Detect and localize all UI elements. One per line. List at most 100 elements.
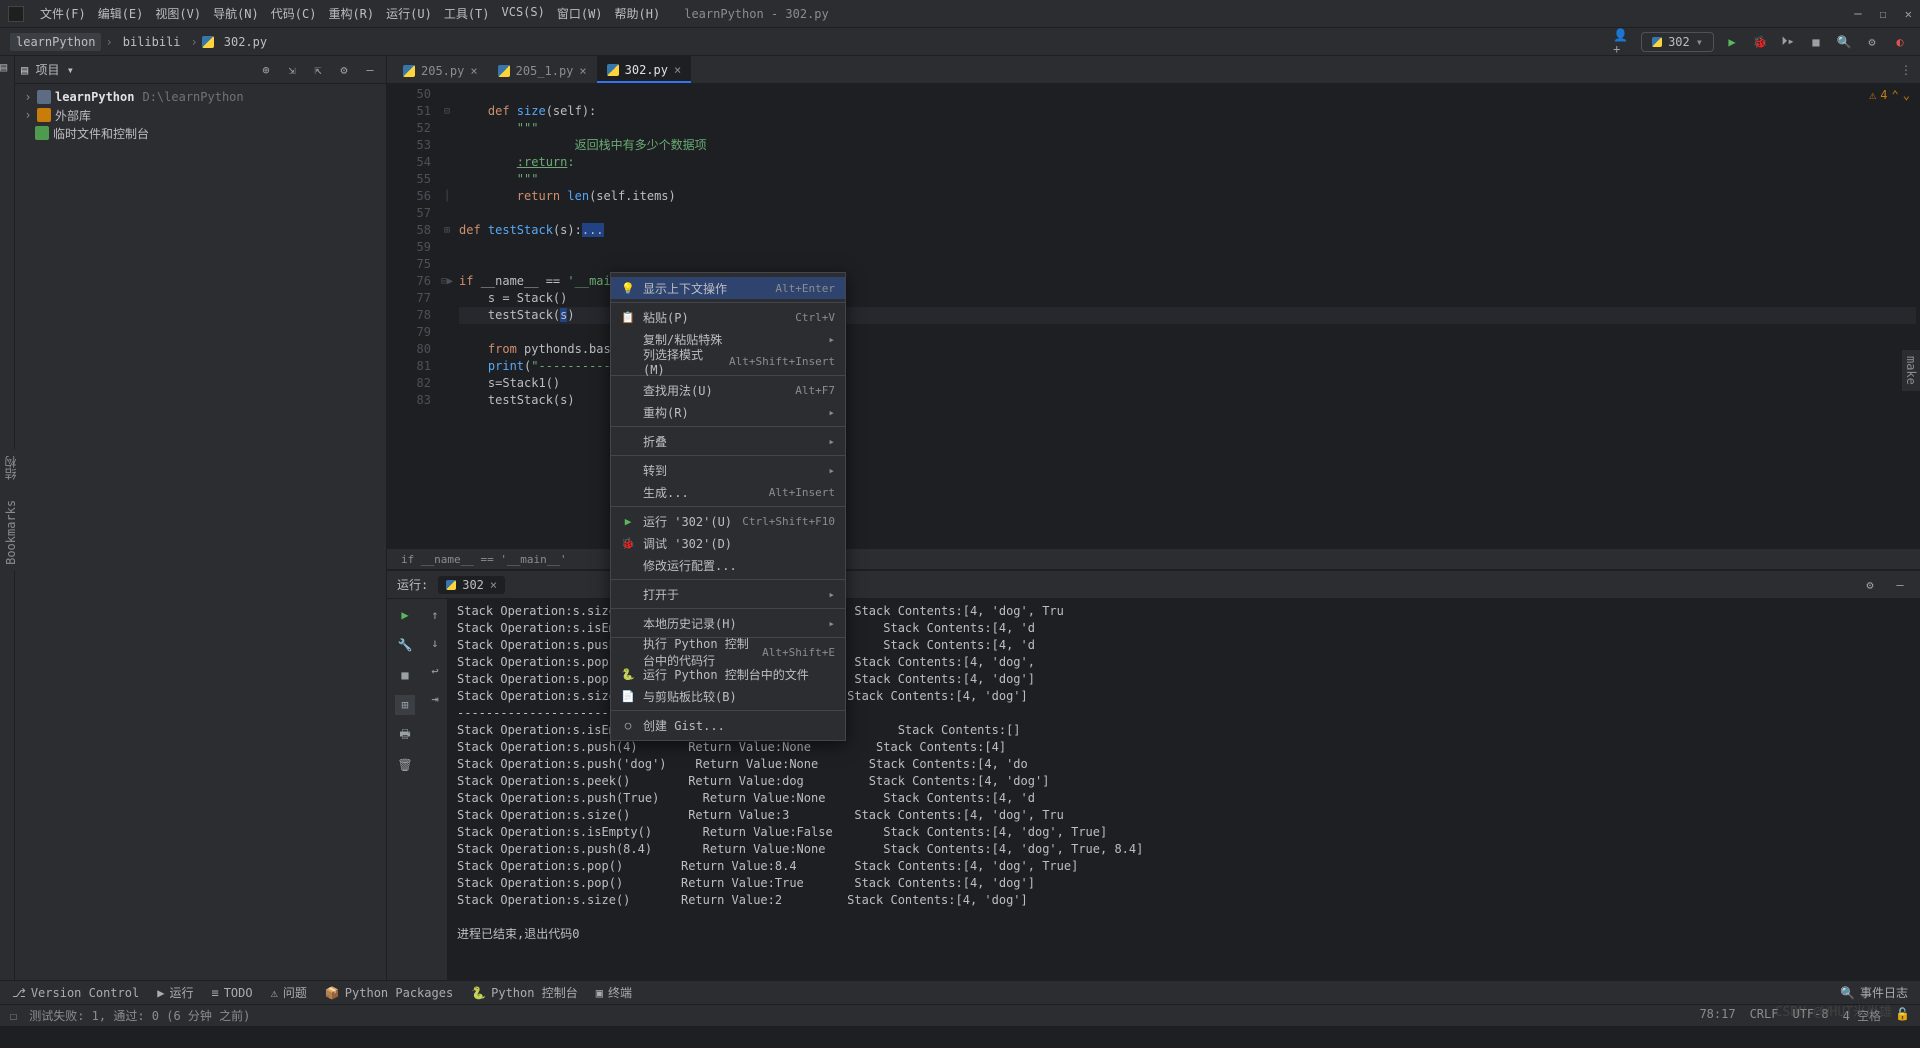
settings-icon[interactable]: ⚙ — [1860, 575, 1880, 595]
context-menu-item[interactable]: 本地历史记录(H)▸ — [611, 612, 845, 634]
add-user-icon[interactable]: 👤+ — [1613, 32, 1633, 52]
tree-node-scratches[interactable]: 临时文件和控制台 — [15, 124, 386, 142]
chevron-down-icon[interactable]: ⌄ — [1903, 88, 1910, 102]
btab-vcs[interactable]: ⎇ Version Control — [12, 986, 139, 1000]
context-menu-item[interactable]: 转到▸ — [611, 459, 845, 481]
menu-run[interactable]: 运行(U) — [380, 1, 438, 26]
close-tab-icon[interactable]: × — [579, 64, 586, 78]
minimize-icon[interactable]: ─ — [1854, 7, 1861, 21]
crumb-folder[interactable]: bilibili — [117, 33, 187, 51]
btab-run[interactable]: ▶ 运行 — [157, 984, 193, 1001]
close-icon[interactable]: ✕ — [1905, 7, 1912, 21]
attach-button[interactable]: 🔧 — [395, 635, 415, 655]
menu-code[interactable]: 代码(C) — [265, 1, 323, 26]
crumb-root[interactable]: learnPython — [10, 33, 101, 51]
tree-root[interactable]: › learnPython D:\learnPython — [15, 88, 386, 106]
fold-gutter[interactable]: ⊟│⊞⊟▶ — [439, 84, 455, 548]
context-menu-item[interactable]: 折叠▸ — [611, 430, 845, 452]
layout-button[interactable]: ⊞ — [395, 695, 415, 715]
stop-button[interactable]: ■ — [1806, 32, 1826, 52]
btab-python-console[interactable]: 🐍 Python 控制台 — [471, 984, 578, 1001]
chevron-right-icon: › — [191, 35, 198, 49]
console-line: 进程已结束,退出代码0 — [457, 926, 1910, 943]
close-tab-icon[interactable]: × — [674, 63, 681, 77]
context-menu-item[interactable]: 生成...Alt+Insert — [611, 481, 845, 503]
menu-file[interactable]: 文件(F) — [34, 1, 92, 26]
search-icon[interactable]: 🔍 — [1834, 32, 1854, 52]
context-menu-item[interactable]: 列选择模式(M)Alt+Shift+Insert — [611, 350, 845, 372]
status-icon[interactable]: ☐ — [10, 1009, 17, 1023]
context-menu-item[interactable]: 重构(R)▸ — [611, 401, 845, 423]
project-tree[interactable]: › learnPython D:\learnPython › 外部库 临时文件和… — [15, 84, 386, 980]
hide-icon[interactable]: — — [360, 60, 380, 80]
crumb-file[interactable]: 302.py — [218, 33, 273, 51]
lock-icon[interactable]: 🔓 — [1895, 1007, 1910, 1024]
close-icon[interactable]: × — [490, 578, 497, 592]
[interactable]: ⋮ — [1900, 56, 1920, 83]
menu-view[interactable]: 视图(V) — [149, 1, 207, 26]
run-button[interactable]: ▶ — [1722, 32, 1742, 52]
project-view-dropdown[interactable]: ▤ 项目 ▾ — [21, 61, 74, 78]
context-menu-item[interactable]: ○创建 Gist... — [611, 714, 845, 736]
rerun-button[interactable]: ▶ — [395, 605, 415, 625]
menu-navigate[interactable]: 导航(N) — [207, 1, 265, 26]
menu-vcs[interactable]: VCS(S) — [496, 1, 551, 26]
up-icon[interactable]: ↑ — [425, 605, 445, 625]
root-path: D:\learnPython — [142, 90, 243, 104]
print-button[interactable]: 🖶 — [395, 725, 415, 745]
expand-arrow-icon[interactable]: › — [23, 90, 33, 104]
run-config-dropdown[interactable]: 302 ▾ — [1641, 32, 1714, 52]
close-tab-icon[interactable]: × — [470, 64, 477, 78]
btab-todo[interactable]: ≡ TODO — [211, 986, 252, 1000]
chevron-up-icon[interactable]: ⌃ — [1892, 88, 1899, 102]
context-menu-item[interactable]: 打开于▸ — [611, 583, 845, 605]
btab-python-packages[interactable]: 📦 Python Packages — [325, 986, 453, 1000]
hide-icon[interactable]: — — [1890, 575, 1910, 595]
tab-205-1[interactable]: 205_1.py× — [488, 56, 597, 83]
menu-edit[interactable]: 编辑(E) — [92, 1, 150, 26]
run-tab[interactable]: 302 × — [438, 576, 505, 594]
chevron-down-icon: ▾ — [1696, 35, 1703, 49]
inspections-widget[interactable]: ⚠ 4 ⌃ ⌄ — [1869, 88, 1910, 102]
chevron-right-icon: › — [105, 35, 112, 49]
stop-button[interactable]: ■ — [395, 665, 415, 685]
menu-tools[interactable]: 工具(T) — [438, 1, 496, 26]
context-menu-item[interactable]: 💡显示上下文操作Alt+Enter — [611, 277, 845, 299]
debug-button[interactable]: 🐞 — [1750, 32, 1770, 52]
soft-wrap-icon[interactable]: ↩ — [425, 661, 445, 681]
expand-all-icon[interactable]: ⇲ — [282, 60, 302, 80]
caret-position[interactable]: 78:17 — [1699, 1007, 1735, 1024]
menu-refactor[interactable]: 重构(R) — [322, 1, 380, 26]
context-menu-item[interactable]: 查找用法(U)Alt+F7 — [611, 379, 845, 401]
event-log[interactable]: 🔍 事件日志 — [1840, 984, 1908, 1001]
tree-node-external-libs[interactable]: › 外部库 — [15, 106, 386, 124]
tab-302[interactable]: 302.py× — [597, 56, 692, 83]
run-config-label: 302 — [1668, 35, 1690, 49]
right-stripe[interactable]: make — [1902, 350, 1920, 391]
more-run-button[interactable]: ⏵▸ — [1778, 32, 1798, 52]
settings-icon[interactable]: ⚙ — [1862, 32, 1882, 52]
context-menu-item[interactable]: ▶运行 '302'(U)Ctrl+Shift+F10 — [611, 510, 845, 532]
settings-icon[interactable]: ⚙ — [334, 60, 354, 80]
more-icon[interactable]: ◐ — [1890, 32, 1910, 52]
context-menu-item[interactable]: 📄与剪贴板比较(B) — [611, 685, 845, 707]
btab-problems[interactable]: ⚠ 问题 — [271, 984, 307, 1001]
context-menu-item[interactable]: 📋粘贴(P)Ctrl+V — [611, 306, 845, 328]
menu-window[interactable]: 窗口(W) — [551, 1, 609, 26]
maximize-icon[interactable]: ☐ — [1880, 7, 1887, 21]
menu-help[interactable]: 帮助(H) — [609, 1, 667, 26]
collapse-all-icon[interactable]: ⇱ — [308, 60, 328, 80]
tab-205[interactable]: 205.py× — [393, 56, 488, 83]
left-stripe[interactable]: Bookmarks 结构 — [0, 450, 21, 571]
python-icon — [498, 65, 510, 77]
context-menu-item[interactable]: 🐞调试 '302'(D) — [611, 532, 845, 554]
context-menu-item[interactable]: 🐍运行 Python 控制台中的文件 — [611, 663, 845, 685]
btab-terminal[interactable]: ▣ 终端 — [596, 984, 632, 1001]
scroll-end-icon[interactable]: ⇥ — [425, 689, 445, 709]
context-menu-item[interactable]: 修改运行配置... — [611, 554, 845, 576]
down-icon[interactable]: ↓ — [425, 633, 445, 653]
select-opened-file-icon[interactable]: ⊕ — [256, 60, 276, 80]
expand-arrow-icon[interactable]: › — [23, 108, 33, 122]
trash-button[interactable]: 🗑 — [395, 755, 415, 775]
context-menu-item[interactable]: 执行 Python 控制台中的代码行Alt+Shift+E — [611, 641, 845, 663]
